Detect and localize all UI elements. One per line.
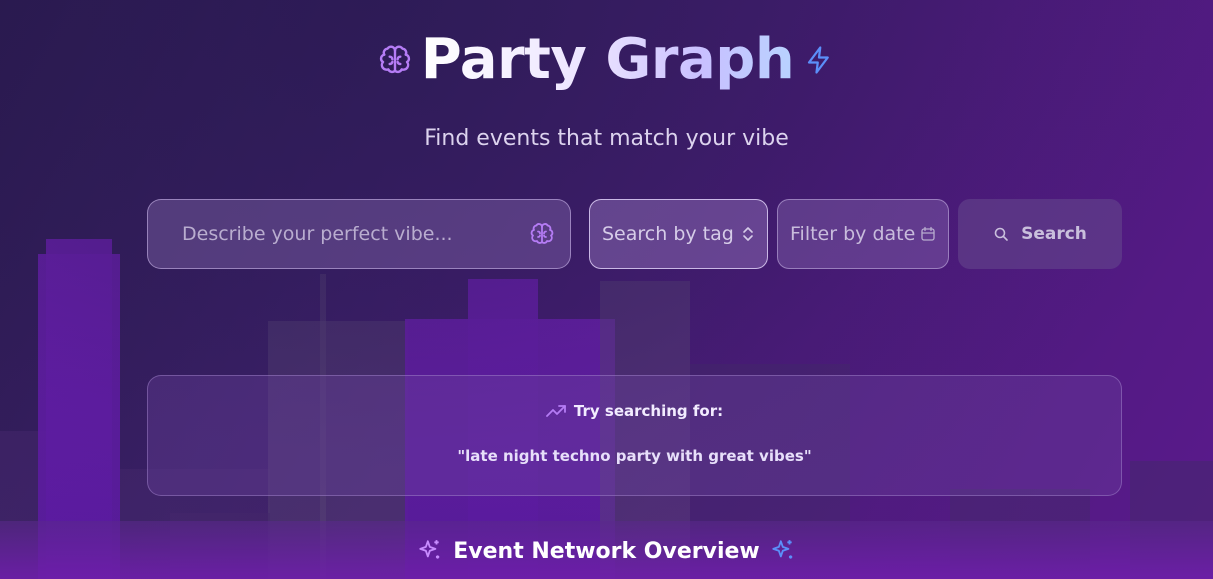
- sparkles-icon: [770, 538, 796, 564]
- chevron-updown-icon: [741, 225, 755, 243]
- suggestion-example[interactable]: "late night techno party with great vibe…: [148, 447, 1121, 465]
- lightning-icon: [804, 44, 834, 76]
- search-button[interactable]: Search: [958, 199, 1122, 269]
- app-title: Party Graph: [420, 27, 795, 92]
- search-icon: [993, 226, 1009, 242]
- date-filter-field[interactable]: Filter by date: [777, 199, 949, 269]
- app-header: Party Graph: [0, 28, 1213, 92]
- suggestions-heading: Try searching for:: [148, 402, 1121, 420]
- search-suggestions-card: Try searching for: "late night techno pa…: [147, 375, 1122, 496]
- tag-select[interactable]: Search by tag: [589, 199, 768, 269]
- date-filter-label: Filter by date: [790, 223, 916, 245]
- sparkles-icon: [417, 538, 443, 564]
- page-subtitle: Find events that match your vibe: [424, 126, 789, 151]
- vibe-search-input[interactable]: [180, 222, 530, 246]
- event-network-overview-heading: Event Network Overview: [0, 538, 1213, 564]
- trending-up-icon: [546, 404, 566, 418]
- calendar-icon[interactable]: [920, 226, 936, 242]
- tag-select-label: Search by tag: [602, 223, 734, 245]
- search-button-label: Search: [1021, 224, 1087, 244]
- suggestions-heading-label: Try searching for:: [573, 402, 724, 420]
- overview-title: Event Network Overview: [453, 538, 760, 564]
- vibe-search-field[interactable]: [147, 199, 571, 269]
- brain-icon: [379, 44, 411, 76]
- brain-icon: [530, 222, 554, 246]
